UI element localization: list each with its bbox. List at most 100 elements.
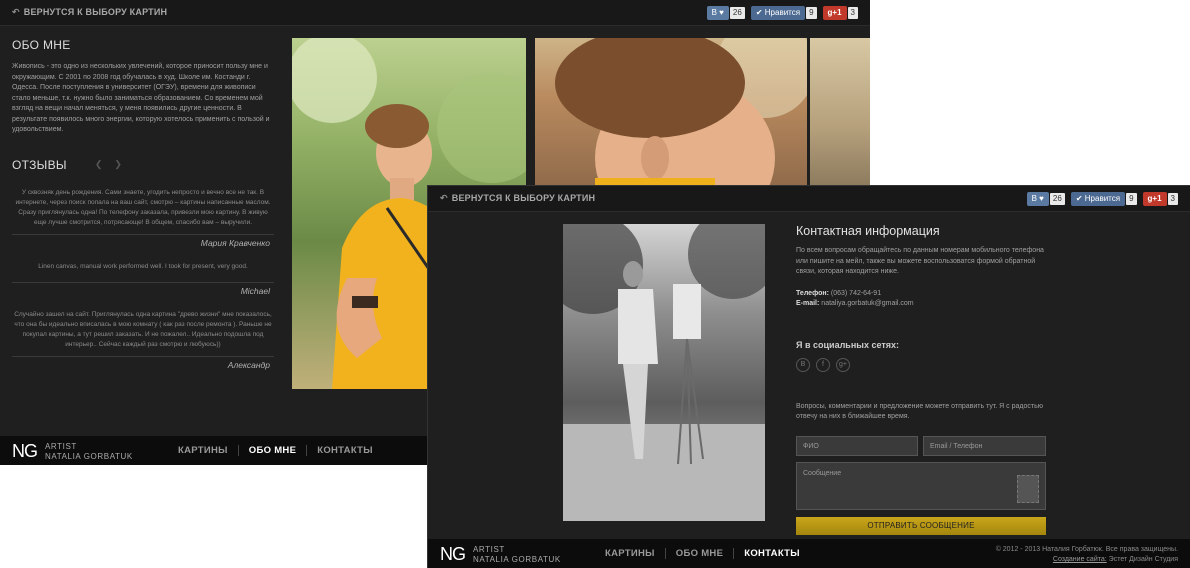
- send-message-button[interactable]: ОТПРАВИТЬ СООБЩЕНИЕ: [796, 516, 1046, 535]
- reviews-title: ОТЗЫВЫ: [12, 157, 67, 172]
- back-to-gallery-link[interactable]: ↶ ВЕРНУТСЯ К ВЫБОРУ КАРТИН: [12, 7, 167, 18]
- gplus-button[interactable]: g+1 3: [1142, 191, 1178, 206]
- like-label: Нравится: [764, 8, 801, 17]
- nav-paintings[interactable]: КАРТИНЫ: [605, 548, 665, 559]
- logo-monogram: NG: [12, 441, 38, 461]
- share-buttons: В ♥ 26 ✔ Нравится 9 g+1 3: [1026, 191, 1178, 206]
- like-count: 9: [806, 6, 817, 19]
- like-label: Нравится: [1084, 194, 1121, 203]
- gplus-count: 3: [847, 6, 858, 19]
- back-label: ВЕРНУТСЯ К ВЫБОРУ КАРТИН: [451, 193, 596, 203]
- artist-photo-profile-closeup: [535, 38, 807, 188]
- review-text: Случайно зашел на сайт. Приглянулась одн…: [14, 310, 272, 348]
- contact-column: Контактная информация По всем вопросам о…: [796, 224, 1056, 535]
- about-title: ОБО МНЕ: [12, 38, 71, 52]
- vk-label: В: [711, 8, 717, 17]
- main-nav: КАРТИНЫ ОБО МНЕ КОНТАКТЫ: [178, 445, 383, 456]
- about-column: ОБО МНЕ Живопись - это одно из нескольки…: [12, 38, 274, 370]
- top-bar: ↶ ВЕРНУТСЯ К ВЫБОРУ КАРТИН В ♥ 26 ✔ Нрави…: [428, 186, 1190, 212]
- review-author: Александр: [227, 359, 270, 370]
- social-title: Я в социальных сетях:: [796, 339, 900, 350]
- logo-monogram: NG: [440, 544, 466, 564]
- copyright: © 2012 - 2013 Наталия Горбатюк. Все прав…: [996, 545, 1178, 565]
- contact-intro: По всем вопросам обращайтесь по данным н…: [796, 247, 1044, 275]
- main-nav: КАРТИНЫ ОБО МНЕ КОНТАКТЫ: [605, 548, 810, 559]
- credit-label[interactable]: Создание сайта:: [1053, 556, 1107, 563]
- footer: NG ARTIST NATALIA GORBATUK КАРТИНЫ ОБО М…: [428, 539, 1190, 568]
- nav-contacts[interactable]: КОНТАКТЫ: [306, 445, 383, 456]
- vk-count: 26: [1049, 192, 1065, 205]
- vk-icon[interactable]: В: [796, 357, 810, 372]
- nav-paintings[interactable]: КАРТИНЫ: [178, 445, 238, 456]
- review-item: Случайно зашел на сайт. Приглянулась одн…: [12, 310, 274, 370]
- logo-line-name: NATALIA GORBATUK: [45, 451, 133, 461]
- composite-screenshot: ↶ ВЕРНУТСЯ К ВЫБОРУ КАРТИН В ♥ 26 ✔ Нрави…: [0, 0, 1190, 568]
- review-item: Linen canvas, manual work performed well…: [12, 262, 274, 296]
- nav-about[interactable]: ОБО МНЕ: [664, 548, 733, 559]
- email-label: E-mail:: [796, 300, 820, 307]
- review-author: Мария Кравченко: [200, 237, 270, 248]
- credit-line: Создание сайта: Эстет Дизайн Студия: [996, 555, 1178, 565]
- review-text: У сквозняк день рождения. Сами знаете, у…: [15, 188, 271, 226]
- vk-share-button[interactable]: В ♥ 26: [706, 5, 745, 20]
- profile-illustration: [555, 38, 807, 188]
- fb-like-button[interactable]: ✔ Нравится 9: [750, 5, 817, 20]
- logo-text: ARTIST NATALIA GORBATUK: [45, 442, 133, 462]
- back-label: ВЕРНУТСЯ К ВЫБОРУ КАРТИН: [23, 7, 168, 17]
- about-text: Живопись - это одно из нескольких увлече…: [12, 63, 270, 133]
- email-line: E-mail: nataliya.gorbatuk@gmail.com: [796, 299, 1056, 310]
- contact-title: Контактная информация: [796, 224, 940, 238]
- like-count: 9: [1126, 192, 1137, 205]
- phone-label: Телефон:: [796, 289, 829, 297]
- nav-contacts[interactable]: КОНТАКТЫ: [733, 548, 810, 559]
- site-logo[interactable]: NG ARTIST NATALIA GORBATUK: [440, 544, 561, 565]
- logo-line-artist: ARTIST: [473, 544, 505, 554]
- vk-label: В: [1031, 194, 1037, 203]
- chevron-right-icon[interactable]: ❯: [114, 159, 122, 170]
- back-arrow-icon: ↶: [440, 193, 448, 203]
- logo-line-artist: ARTIST: [45, 441, 77, 451]
- like-label-box: ✔ Нравится: [1070, 191, 1126, 206]
- divider: [12, 355, 274, 357]
- logo-text: ARTIST NATALIA GORBATUK: [473, 545, 561, 565]
- divider: [12, 233, 274, 235]
- share-buttons: В ♥ 26 ✔ Нравится 9 g+1 3: [706, 5, 858, 20]
- divider: [12, 281, 274, 283]
- contact-field[interactable]: Email / Телефон: [923, 435, 1046, 456]
- back-arrow-icon: ↶: [12, 7, 20, 17]
- fb-like-button[interactable]: ✔ Нравится 9: [1070, 191, 1137, 206]
- gplus-count: 3: [1167, 192, 1178, 205]
- vk-share-button[interactable]: В ♥ 26: [1026, 191, 1065, 206]
- form-intro: Вопросы, комментарии и предложение может…: [796, 402, 1043, 421]
- artist-photo-partial: [810, 38, 870, 188]
- vk-icon: В ♥: [706, 5, 729, 20]
- review-author: Michael: [240, 285, 270, 296]
- nav-about[interactable]: ОБО МНЕ: [237, 445, 306, 456]
- phone-line: Телефон: (063) 742-64-91: [796, 289, 1056, 300]
- review-item: У сквозняк день рождения. Сами знаете, у…: [12, 188, 274, 248]
- facebook-icon[interactable]: f: [816, 357, 830, 372]
- stamp-icon: [1017, 474, 1039, 503]
- gplus-label: g+1: [1142, 191, 1167, 206]
- gplus-label: g+1: [822, 5, 847, 20]
- back-to-gallery-link[interactable]: ↶ ВЕРНУТСЯ К ВЫБОРУ КАРТИН: [440, 193, 595, 204]
- social-links: В f g+: [796, 357, 1056, 372]
- vk-count: 26: [729, 6, 745, 19]
- logo-line-name: NATALIA GORBATUK: [473, 554, 561, 564]
- review-text: Linen canvas, manual work performed well…: [38, 262, 248, 270]
- chevron-left-icon[interactable]: ❮: [95, 159, 103, 170]
- name-field[interactable]: ФИО: [796, 435, 918, 456]
- reviews-header: ОТЗЫВЫ ❮ ❯: [12, 158, 274, 172]
- gplus-icon[interactable]: g+: [836, 357, 850, 372]
- painting-scene-illustration: [563, 224, 765, 521]
- artist-photo-painting-bw: [563, 224, 765, 521]
- credit-value: Эстет Дизайн Студия: [1108, 556, 1178, 563]
- site-logo[interactable]: NG ARTIST NATALIA GORBATUK: [12, 441, 133, 462]
- phone-value: (063) 742-64-91: [830, 289, 882, 297]
- contact-page-screenshot: ↶ ВЕРНУТСЯ К ВЫБОРУ КАРТИН В ♥ 26 ✔ Нрави…: [427, 185, 1190, 568]
- email-value[interactable]: nataliya.gorbatuk@gmail.com: [821, 300, 913, 307]
- message-placeholder: Сообщение: [803, 469, 842, 477]
- gplus-button[interactable]: g+1 3: [822, 5, 858, 20]
- message-field[interactable]: Сообщение: [796, 461, 1046, 510]
- form-row: ФИО Email / Телефон: [796, 435, 1056, 456]
